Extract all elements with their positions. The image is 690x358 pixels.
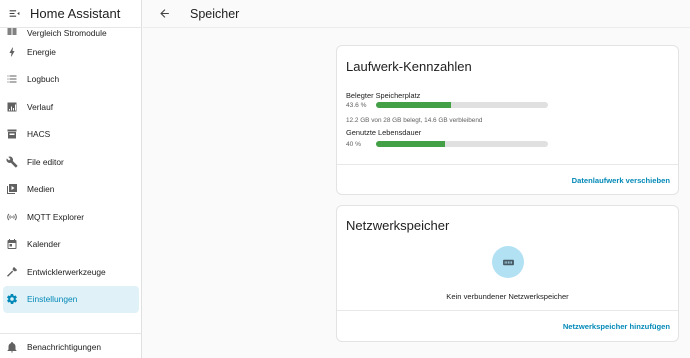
move-data-disk-button[interactable]: Datenlaufwerk verschieben — [572, 176, 670, 185]
wrench-icon — [5, 155, 19, 169]
add-network-storage-button[interactable]: Netzwerkspeicher hinzufügen — [563, 322, 670, 331]
sidebar-item-mqtt-explorer[interactable]: MQTT Explorer — [0, 203, 141, 231]
used-space-detail: 12.2 GB von 28 GB belegt, 14.6 GB verble… — [346, 117, 483, 124]
lightning-icon — [5, 45, 19, 59]
chart-icon — [5, 100, 19, 114]
top-bar: Speicher — [143, 0, 690, 28]
card-title: Netzwerkspeicher — [346, 218, 450, 233]
sidebar-item-label: Benachrichtigungen — [27, 341, 102, 352]
bell-icon — [5, 340, 19, 354]
page-title: Speicher — [190, 6, 240, 21]
network-storage-card: Netzwerkspeicher Kein verbundener Netzwe… — [336, 205, 679, 342]
back-arrow-icon[interactable] — [156, 6, 172, 22]
used-space-bar — [376, 102, 548, 108]
antenna-icon — [5, 210, 19, 224]
menu-open-icon[interactable] — [4, 4, 24, 24]
sidebar-header: Home Assistant — [0, 0, 141, 28]
sidebar-bottom: Benachrichtigungen — [0, 333, 141, 358]
list-icon — [5, 72, 19, 86]
sidebar-item-label: Einstellungen — [27, 294, 78, 305]
sidebar-item-label: Medien — [27, 184, 55, 195]
nas-icon — [492, 246, 524, 278]
lifetime-bar-fill — [376, 141, 445, 147]
storage-metrics-card: Laufwerk-Kennzahlen Belegter Speicherpla… — [336, 45, 679, 195]
sidebar-item-label: Verlauf — [27, 101, 54, 112]
sidebar-item-label: Entwicklerwerkzeuge — [27, 266, 106, 277]
sidebar-item-label: Energie — [27, 46, 56, 57]
lifetime-bar — [376, 141, 548, 147]
sidebar-item-file-editor[interactable]: File editor — [0, 148, 141, 176]
empty-state-text: Kein verbundener Netzwerkspeicher — [446, 292, 569, 301]
sidebar-item-kalender[interactable]: Kalender — [0, 231, 141, 259]
gear-icon — [5, 292, 19, 306]
sidebar-item-einstellungen[interactable]: Einstellungen — [3, 285, 139, 313]
lifetime-percent: 40 % — [346, 141, 362, 148]
sidebar-item-label: HACS — [27, 129, 51, 140]
sidebar-item-entwicklerwerkzeuge[interactable]: Entwicklerwerkzeuge — [0, 258, 141, 286]
used-space-label: Belegter Speicherplatz — [346, 91, 421, 100]
sidebar-item-label: Logbuch — [27, 74, 60, 85]
sidebar-item-label: MQTT Explorer — [27, 211, 85, 222]
sidebar-nav: Vergleich Stromodule Energie Logbuch Ver… — [0, 18, 141, 313]
sidebar-item-benachrichtigungen[interactable]: Benachrichtigungen — [0, 334, 141, 358]
card-divider — [337, 164, 678, 165]
sidebar-item-verlauf[interactable]: Verlauf — [0, 93, 141, 121]
sidebar: Vergleich Stromodule Energie Logbuch Ver… — [0, 0, 142, 358]
sidebar-item-label: Kalender — [27, 239, 61, 250]
sidebar-item-label: File editor — [27, 156, 64, 167]
hammer-icon — [5, 265, 19, 279]
lifetime-label: Genutzte Lebensdauer — [346, 128, 422, 137]
used-space-percent: 43.6 % — [346, 102, 367, 109]
sidebar-item-label: Vergleich Stromodule — [27, 28, 107, 38]
sidebar-item-medien[interactable]: Medien — [0, 176, 141, 204]
calendar-icon — [5, 237, 19, 251]
used-space-bar-fill — [376, 102, 451, 108]
card-divider — [337, 310, 678, 311]
sidebar-item-hacs[interactable]: HACS — [0, 121, 141, 149]
card-title: Laufwerk-Kennzahlen — [346, 59, 472, 74]
store-icon — [5, 127, 19, 141]
app-title: Home Assistant — [30, 6, 121, 21]
sidebar-item-energie[interactable]: Energie — [0, 38, 141, 66]
sidebar-item-logbuch[interactable]: Logbuch — [0, 66, 141, 94]
play-box-icon — [5, 182, 19, 196]
